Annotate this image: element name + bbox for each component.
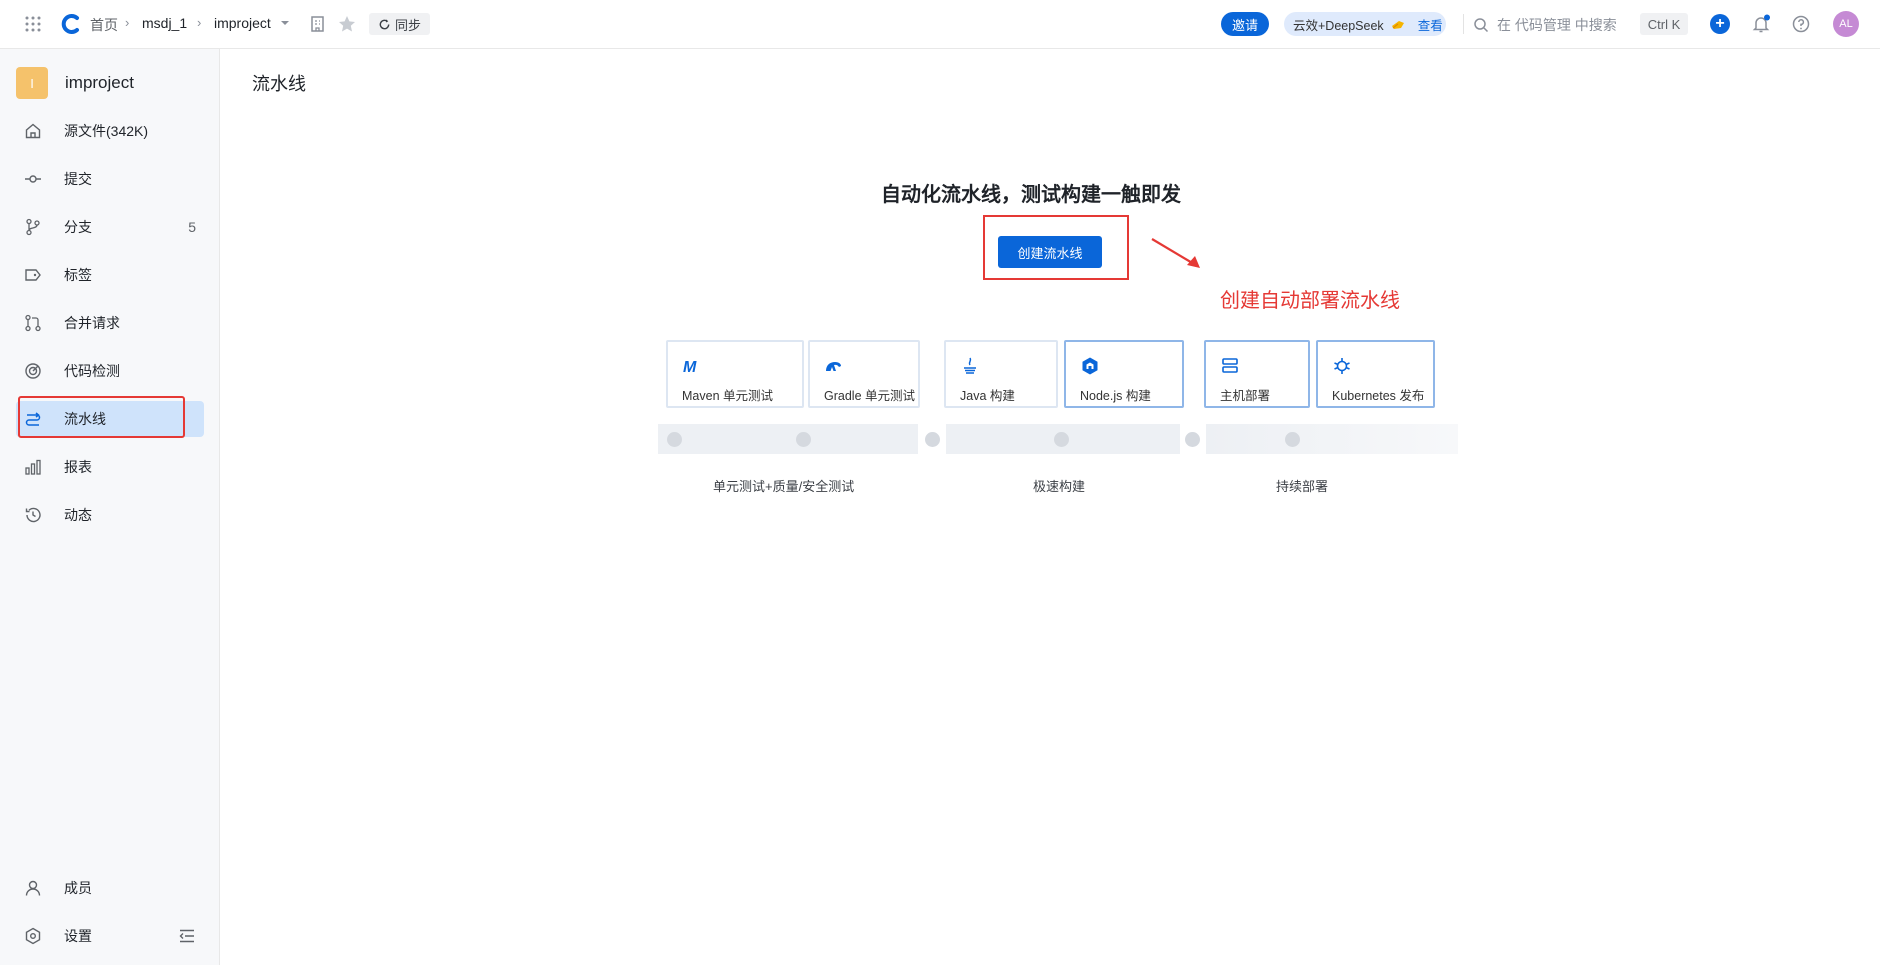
- stage-dot: [1054, 432, 1069, 447]
- sidebar-item-label: 分支: [64, 219, 92, 235]
- gradle-icon: [826, 362, 841, 371]
- project-badge: I: [16, 67, 48, 99]
- stage-label-deploy: 持续部署: [1276, 479, 1329, 494]
- history-icon: [25, 507, 41, 523]
- sidebar-item-source-files[interactable]: 源文件(342K): [16, 113, 204, 149]
- hand-pointer-icon: [1391, 21, 1404, 29]
- stage-track: [658, 424, 918, 454]
- collapse-sidebar-icon[interactable]: [178, 927, 196, 945]
- annotation-highlight-box: [18, 396, 185, 438]
- building-icon[interactable]: [308, 14, 328, 34]
- template-card-maven[interactable]: M Maven 单元测试: [666, 340, 804, 408]
- sidebar-item-members[interactable]: 成员: [16, 870, 204, 906]
- star-icon[interactable]: [337, 14, 357, 34]
- settings-icon: [25, 927, 41, 945]
- sidebar-item-label: 成员: [64, 880, 92, 896]
- sync-label: 同步: [394, 17, 421, 33]
- branch-icon: [26, 218, 40, 236]
- logo-icon[interactable]: [60, 13, 82, 35]
- sidebar-item-settings[interactable]: 设置: [16, 918, 204, 954]
- invite-button[interactable]: 邀请: [1221, 12, 1269, 36]
- stage-dot: [1285, 432, 1300, 447]
- project-name: improject: [65, 73, 134, 92]
- merge-request-icon: [25, 314, 41, 332]
- template-card-kubernetes[interactable]: Kubernetes 发布: [1316, 340, 1435, 408]
- add-icon[interactable]: +: [1710, 14, 1730, 34]
- code-scan-icon: [25, 363, 41, 379]
- ai-view-link[interactable]: 查看: [1418, 15, 1443, 34]
- sidebar-item-branches[interactable]: 分支 5: [16, 209, 204, 245]
- sidebar-item-label: 设置: [64, 928, 92, 944]
- help-icon[interactable]: [1791, 14, 1811, 34]
- topbar-divider: [1463, 14, 1464, 34]
- template-card-label: Node.js 构建: [1080, 389, 1151, 403]
- page-title: 流水线: [252, 74, 306, 94]
- tag-icon: [25, 269, 41, 281]
- template-card-label: Maven 单元测试: [682, 389, 773, 403]
- stage-label-test: 单元测试+质量/安全测试: [713, 479, 855, 494]
- app-grid-icon[interactable]: [24, 15, 42, 33]
- empty-state-headline: 自动化流水线，测试构建一触即发: [0, 178, 1880, 207]
- home-icon: [25, 123, 41, 139]
- sidebar-item-label: 动态: [64, 507, 92, 523]
- sidebar-item-tags[interactable]: 标签: [16, 257, 204, 293]
- stage-track: [1206, 424, 1458, 454]
- sidebar-item-code-scan[interactable]: 代码检测: [16, 353, 204, 389]
- user-icon: [25, 880, 41, 896]
- sidebar-item-reports[interactable]: 报表: [16, 449, 204, 485]
- breadcrumb-separator: ›: [197, 15, 202, 30]
- sidebar-item-label: 代码检测: [64, 363, 120, 379]
- template-card-java[interactable]: Java 构建: [944, 340, 1058, 408]
- kubernetes-icon: [1334, 358, 1350, 374]
- refresh-icon: [379, 18, 390, 29]
- template-card-label: Kubernetes 发布: [1332, 389, 1425, 403]
- bell-icon[interactable]: [1751, 14, 1771, 34]
- chart-icon: [25, 459, 41, 475]
- sync-button[interactable]: 同步: [369, 13, 430, 35]
- template-card-nodejs[interactable]: Node.js 构建: [1064, 340, 1184, 408]
- sidebar-item-label: 报表: [64, 459, 92, 475]
- template-card-label: Java 构建: [960, 389, 1015, 403]
- annotation-text: 创建自动部署流水线: [1220, 290, 1400, 312]
- sidebar-item-label: 源文件(342K): [64, 123, 149, 139]
- template-card-gradle[interactable]: Gradle 单元测试: [808, 340, 920, 408]
- breadcrumb-org[interactable]: msdj_1: [142, 15, 187, 31]
- search-shortcut-hint: Ctrl K: [1640, 13, 1688, 35]
- sidebar-item-label: 合并请求: [64, 315, 120, 331]
- stage-dot: [925, 432, 940, 447]
- template-card-label: Gradle 单元测试: [824, 389, 915, 403]
- branch-count: 5: [188, 219, 196, 235]
- maven-icon: M: [683, 359, 697, 376]
- server-icon: [1222, 358, 1238, 373]
- stage-dot: [796, 432, 811, 447]
- avatar[interactable]: AL: [1833, 11, 1859, 37]
- java-icon: [964, 357, 976, 374]
- annotation-arrow-icon: [1151, 238, 1200, 268]
- stage-label-build: 极速构建: [1033, 479, 1086, 494]
- chevron-down-icon[interactable]: [278, 16, 292, 30]
- breadcrumb-repo[interactable]: improject: [214, 15, 271, 31]
- template-card-label: 主机部署: [1220, 389, 1271, 403]
- breadcrumb-home[interactable]: 首页: [90, 15, 118, 35]
- breadcrumb-separator: ›: [125, 15, 130, 30]
- project-header[interactable]: I improject: [16, 67, 134, 99]
- stage-dot: [1185, 432, 1200, 447]
- sidebar-item-label: 标签: [64, 267, 92, 283]
- search-placeholder: 在 代码管理 中搜索: [1497, 17, 1617, 33]
- stage-dot: [667, 432, 682, 447]
- svg-text:M: M: [683, 359, 697, 376]
- nodejs-icon: [1082, 357, 1098, 375]
- top-bar: 首页 › msdj_1 › improject 同步 邀请 云效+DeepSee…: [0, 0, 1880, 49]
- ai-promo-pill[interactable]: 云效+DeepSeek 查看: [1284, 12, 1446, 36]
- headline-text: 自动化流水线，测试构建一触即发: [881, 184, 1181, 206]
- sidebar-item-activity[interactable]: 动态: [16, 497, 204, 533]
- template-card-host-deploy[interactable]: 主机部署: [1204, 340, 1310, 408]
- sidebar-item-merge-requests[interactable]: 合并请求: [16, 305, 204, 341]
- search-icon: [1474, 18, 1489, 33]
- annotation-highlight-box: [983, 215, 1129, 280]
- ai-promo-text: 云效+DeepSeek: [1293, 18, 1384, 33]
